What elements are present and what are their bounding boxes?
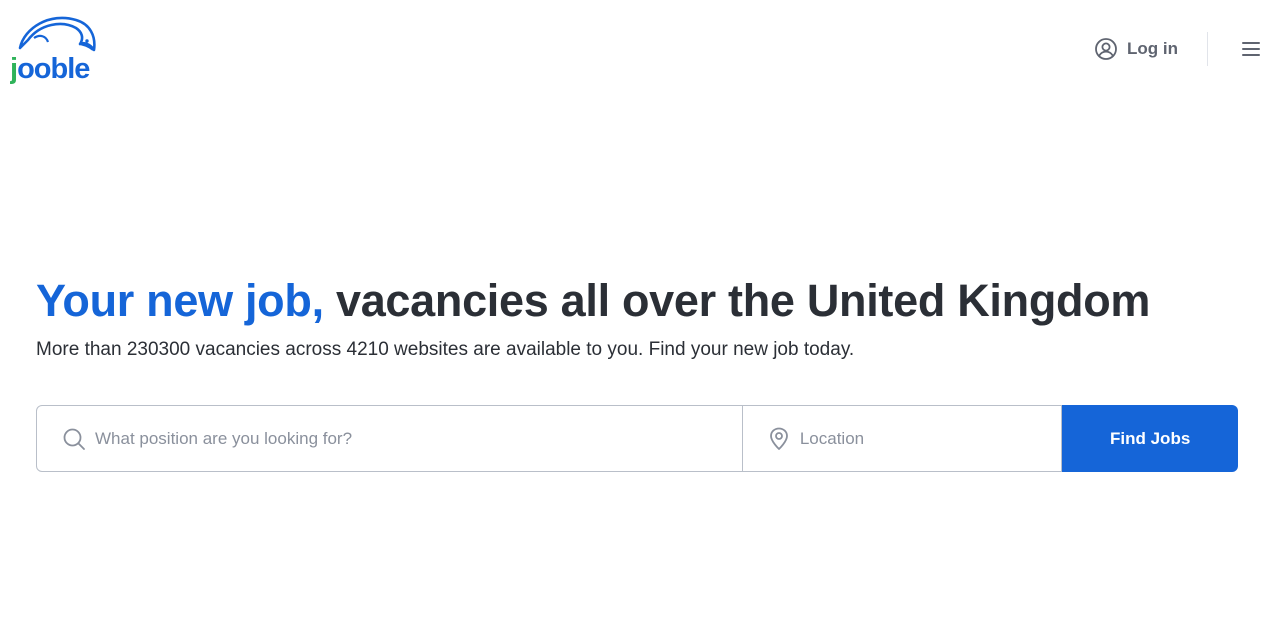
site-header: jooble Log in: [0, 0, 1280, 96]
login-link[interactable]: Log in: [1094, 36, 1178, 62]
dolphin-logo-icon: jooble: [10, 16, 96, 84]
location-pin-icon: [769, 427, 788, 450]
page-subtitle: More than 230300 vacancies across 4210 w…: [36, 339, 855, 360]
position-input[interactable]: [37, 406, 742, 471]
jooble-logo[interactable]: jooble: [10, 14, 96, 84]
page-title: Your new job, vacancies all over the Uni…: [36, 274, 1256, 328]
find-jobs-button[interactable]: Find Jobs: [1062, 405, 1238, 472]
user-circle-icon: [1095, 38, 1117, 60]
job-search-form: Find Jobs: [36, 405, 1238, 472]
search-icon: [63, 428, 85, 450]
hamburger-menu-icon: [1242, 42, 1260, 56]
svg-text:jooble: jooble: [10, 53, 90, 84]
page-title-accent: Your new job,: [36, 275, 324, 326]
location-field[interactable]: [742, 405, 1063, 472]
menu-button[interactable]: [1240, 38, 1262, 60]
page-title-rest: vacancies all over the United Kingdom: [335, 275, 1151, 326]
location-input[interactable]: [742, 406, 1062, 471]
header-divider: [1207, 32, 1208, 66]
position-field[interactable]: [36, 405, 743, 472]
login-label: Log in: [1127, 39, 1178, 58]
